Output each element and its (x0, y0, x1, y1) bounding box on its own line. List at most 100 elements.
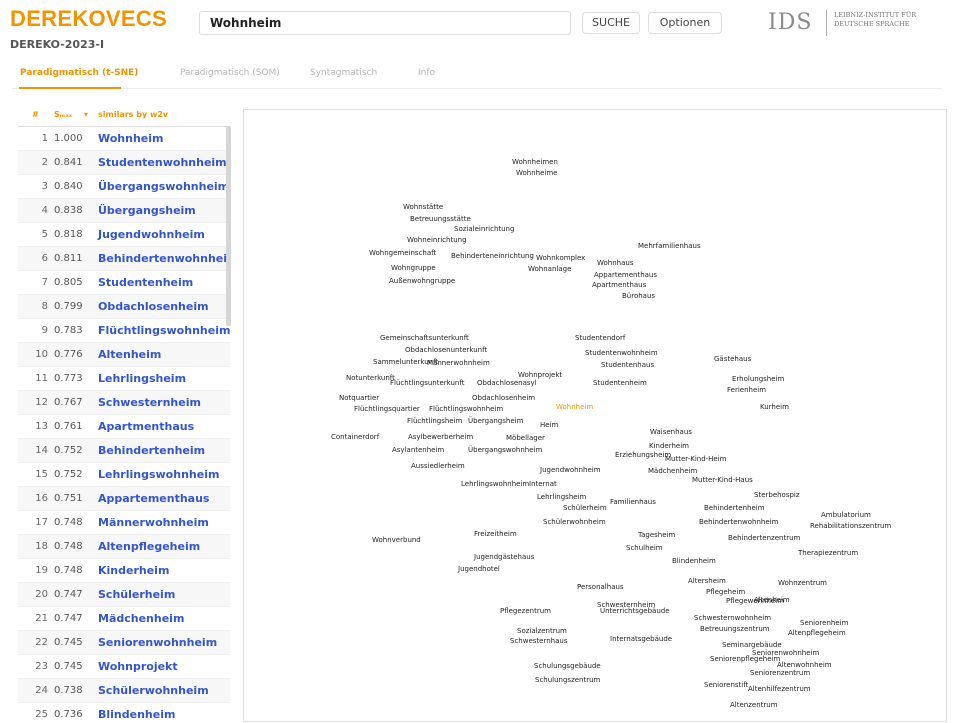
map-word-label[interactable]: Gästehaus (714, 355, 752, 363)
map-word-label[interactable]: Außenwohngruppe (389, 277, 455, 285)
map-word-label[interactable]: Seniorenpflegeheim (710, 655, 780, 663)
map-word-label[interactable]: Appartementhaus (594, 271, 657, 279)
map-word-label[interactable]: Freizeitheim (474, 530, 517, 538)
map-word-label[interactable]: Wohngruppe (391, 264, 436, 272)
row-word-link[interactable]: Obdachlosenheim (98, 300, 209, 313)
tab-info[interactable]: Info (418, 68, 435, 78)
map-word-label[interactable]: Flüchtlingsquartier (354, 405, 420, 413)
row-word-link[interactable]: Lehrlingswohnheim (98, 468, 219, 481)
map-word-label[interactable]: Sozialeinrichtung (454, 225, 514, 233)
map-word-label[interactable]: Gemeinschaftsunterkunft (380, 334, 469, 342)
map-word-label[interactable]: Seniorenheim (800, 619, 849, 627)
map-word-label[interactable]: Schulheim (626, 544, 663, 552)
map-word-label[interactable]: Behinderteneinrichtung (451, 252, 534, 260)
tab-paradigmatic-tsne[interactable]: Paradigmatisch (t-SNE) (20, 68, 138, 78)
app-logo[interactable]: DEREKOVECS (10, 6, 167, 32)
map-word-label[interactable]: Mädchenheim (648, 467, 697, 475)
map-word-label[interactable]: Kurheim (760, 403, 789, 411)
map-word-label[interactable]: Wohnprojekt (518, 371, 562, 379)
row-word-link[interactable]: Flüchtlingswohnheim (98, 324, 230, 337)
map-word-label[interactable]: Altenzentrum (730, 701, 778, 709)
row-word-link[interactable]: Mädchenheim (98, 612, 184, 625)
map-word-label[interactable]: Flüchtlingswohnheim (429, 405, 503, 413)
row-word-link[interactable]: Jugendwohnheim (98, 228, 205, 241)
row-word-link[interactable]: Behindertenwohnheim (98, 252, 230, 265)
map-word-label[interactable]: Blindenheim (672, 557, 716, 565)
map-word-label[interactable]: Wohnhaus (597, 259, 634, 267)
map-word-label[interactable]: Ambulatorium (821, 511, 871, 519)
map-word-label[interactable]: Wohnkomplex (536, 254, 585, 262)
map-word-label[interactable]: Übergangsheim (468, 416, 524, 425)
row-word-link[interactable]: Wohnprojekt (98, 660, 178, 673)
row-word-link[interactable]: Appartementhaus (98, 492, 209, 505)
map-word-label[interactable]: Jugendhotel (457, 565, 500, 573)
map-word-label[interactable]: Familienhaus (610, 498, 656, 506)
map-word-label[interactable]: Obdachlosenunterkunft (405, 346, 487, 354)
row-word-link[interactable]: Studentenheim (98, 276, 193, 289)
map-word-label[interactable]: Obdachlosenheim (472, 394, 535, 402)
row-word-link[interactable]: Studentenwohnheim (98, 156, 227, 169)
similar-words-list[interactable]: 1 1.000 Wohnheim 2 0.841 Studentenwohnheim 3 0.… (18, 126, 230, 723)
list-scrollbar[interactable] (226, 126, 231, 326)
map-word-label[interactable]: Altersheim (688, 577, 726, 585)
map-word-label[interactable]: Übergangswohnheim (468, 445, 542, 454)
map-word-label[interactable]: Wohngemeinschaft (369, 249, 436, 257)
map-word-label[interactable]: Behindertenheim (704, 504, 765, 512)
map-word-label[interactable]: Seniorenzentrum (750, 669, 810, 677)
search-button[interactable]: SUCHE (582, 12, 640, 34)
row-word-link[interactable]: Übergangsheim (98, 204, 196, 217)
row-word-link[interactable]: Wohnheim (98, 132, 163, 145)
map-word-label[interactable]: Kinderheim (649, 442, 689, 450)
map-word-label[interactable]: Erziehungsheim (615, 451, 671, 459)
map-word-label[interactable]: Betreuungszentrum (700, 625, 770, 633)
map-word-label[interactable]: Aussiedlerheim (411, 462, 465, 470)
map-word-label[interactable]: Heim (540, 421, 559, 429)
map-word-label[interactable]: Internatsgebäude (610, 635, 672, 643)
map-word-label[interactable]: Schwesternwohnheim (694, 614, 771, 622)
map-word-label[interactable]: Schülerheim (563, 504, 607, 512)
map-word-label[interactable]: Studentenhaus (601, 361, 654, 369)
row-word-link[interactable]: Lehrlingsheim (98, 372, 186, 385)
map-word-label[interactable]: Behindertenwohnheim (699, 518, 779, 526)
map-word-label[interactable]: Betreuungsstätte (410, 215, 471, 223)
map-word-label[interactable]: Jugendwohnheim (539, 466, 601, 474)
map-word-label[interactable]: Obdachlosenasyl (477, 379, 537, 387)
row-word-link[interactable]: Behindertenheim (98, 444, 205, 457)
map-word-label[interactable]: Studentenheim (593, 379, 647, 387)
map-word-label[interactable]: Flüchtlingsheim (407, 417, 463, 425)
map-word-label[interactable]: Sterbehospiz (754, 491, 800, 499)
map-word-label[interactable]: Rehabilitationszentrum (810, 522, 891, 530)
map-word-label[interactable]: Mutter-Kind-Haus (692, 476, 753, 484)
map-word-label[interactable]: Schulungszentrum (535, 676, 601, 684)
map-word-label[interactable]: Mutter-Kind-Heim (665, 455, 727, 463)
map-word-label[interactable]: Altenpflegeheim (788, 629, 846, 637)
tab-paradigmatic-som[interactable]: Paradigmatisch (SOM) (180, 68, 280, 78)
col-header-number[interactable]: # (32, 110, 39, 119)
map-word-label[interactable]: Unterrichtsgebäude (600, 607, 670, 615)
row-word-link[interactable]: Altenpflegeheim (98, 540, 200, 553)
col-header-similarity[interactable]: Sₘₐₓ (54, 110, 72, 119)
row-word-link[interactable]: Übergangswohnheim (98, 180, 229, 193)
col-header-word[interactable]: similars by w2v (98, 110, 168, 119)
map-word-label[interactable]: Mehrfamilienhaus (638, 242, 701, 250)
row-word-link[interactable]: Kinderheim (98, 564, 169, 577)
tab-syntagmatic[interactable]: Syntagmatisch (310, 68, 377, 78)
map-word-label[interactable]: Ferienheim (727, 386, 766, 394)
map-word-label[interactable]: Altenheim (754, 596, 790, 604)
map-word-label[interactable]: Schulungsgebäude (534, 662, 601, 670)
map-word-label[interactable]: Personalhaus (577, 583, 624, 591)
row-word-link[interactable]: Männerwohnheim (98, 516, 209, 529)
map-word-label[interactable]: Studentenwohnheim (585, 349, 658, 357)
map-word-label[interactable]: Pflegezentrum (500, 607, 551, 615)
map-word-label[interactable]: Wohnstätte (403, 203, 443, 211)
row-word-link[interactable]: Schülerheim (98, 588, 175, 601)
map-word-label[interactable]: Wohneinrichtung (407, 236, 467, 244)
map-word-label[interactable]: Notquartier (339, 394, 379, 402)
tsne-map[interactable]: Wohnheimen Wohnheime Wohnstätte Betreuungss… (243, 109, 947, 722)
row-word-link[interactable]: Seniorenwohnheim (98, 636, 217, 649)
map-word-label[interactable]: Pflegeheim (706, 588, 745, 596)
map-word-label[interactable]: Asylantenheim (392, 446, 444, 454)
map-word-label[interactable]: Möbellager (506, 434, 545, 442)
map-word-label[interactable]: Waisenhaus (650, 428, 692, 436)
map-word-label[interactable]: Tagesheim (637, 531, 675, 539)
